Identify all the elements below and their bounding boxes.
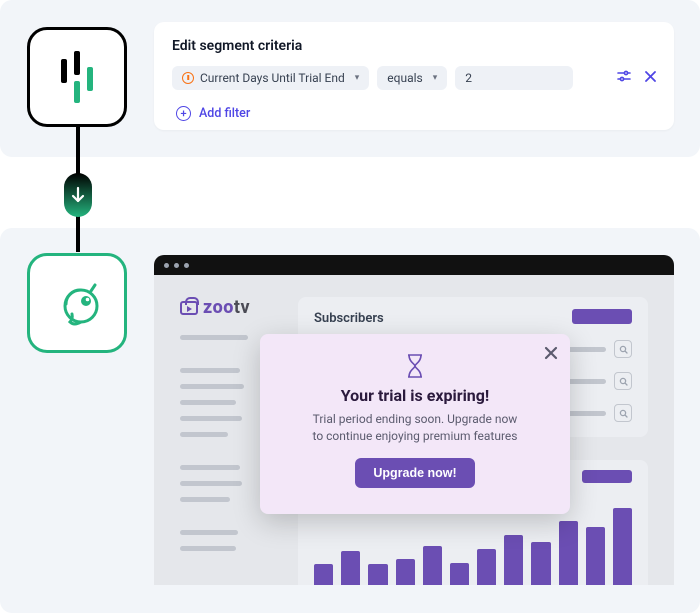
skeleton-line <box>180 530 238 535</box>
modal-title: Your trial is expiring! <box>341 386 489 405</box>
bar <box>341 551 360 585</box>
bar <box>450 563 469 585</box>
chevron-down-icon: ▾ <box>433 73 438 83</box>
upgrade-button[interactable]: Upgrade now! <box>355 458 474 488</box>
bar <box>586 527 605 585</box>
skeleton-line <box>180 368 240 373</box>
app-sidebar <box>180 335 248 551</box>
operator-selector[interactable]: equals ▾ <box>377 66 447 90</box>
skeleton-line <box>180 416 242 421</box>
search-icon[interactable] <box>614 340 632 358</box>
skeleton-line <box>180 465 240 470</box>
bar <box>396 559 415 585</box>
bar <box>559 521 578 586</box>
bar <box>314 564 333 586</box>
bar <box>368 564 387 585</box>
bar <box>531 542 550 585</box>
bar <box>477 549 496 585</box>
trait-icon <box>182 72 194 84</box>
value-input[interactable]: 2 <box>455 66 573 90</box>
bar <box>613 508 632 585</box>
source-app-logo <box>27 27 127 127</box>
remove-criteria-icon[interactable] <box>645 70 656 86</box>
destination-app-logo <box>27 253 127 353</box>
search-icon[interactable] <box>614 372 632 390</box>
settings-sliders-icon[interactable] <box>617 70 631 86</box>
hourglass-icon <box>401 352 429 380</box>
add-filter-label: Add filter <box>199 106 250 121</box>
arrow-down-icon <box>64 173 92 217</box>
tv-icon <box>180 301 198 315</box>
skeleton-line <box>180 497 230 502</box>
trial-expiring-modal: Your trial is expiring! Trial period end… <box>260 334 570 514</box>
skeleton-line <box>180 432 228 437</box>
criteria-title: Edit segment criteria <box>172 38 656 54</box>
skeleton-line <box>180 481 242 486</box>
primary-action-badge[interactable] <box>572 309 632 324</box>
trait-selector[interactable]: Current Days Until Trial End ▾ <box>172 66 369 90</box>
trait-label: Current Days Until Trial End <box>200 71 345 85</box>
window-dot <box>164 263 169 268</box>
add-filter-button[interactable]: + Add filter <box>176 106 250 121</box>
chart-action-badge[interactable] <box>582 470 632 483</box>
skeleton-line <box>180 384 244 389</box>
bar <box>504 535 523 585</box>
segment-criteria-card: Edit segment criteria Current Days Until… <box>154 22 674 130</box>
window-dot <box>174 263 179 268</box>
skeleton-line <box>180 335 248 340</box>
skeleton-line <box>180 546 236 551</box>
plus-circle-icon: + <box>176 106 191 121</box>
bar <box>423 546 442 585</box>
operator-label: equals <box>387 71 422 85</box>
chevron-down-icon: ▾ <box>355 73 360 83</box>
modal-body: Trial period ending soon. Upgrade now to… <box>313 411 518 446</box>
skeleton-line <box>180 400 236 405</box>
search-icon[interactable] <box>614 404 632 422</box>
criteria-row: Current Days Until Trial End ▾ equals ▾ … <box>172 66 656 90</box>
browser-titlebar <box>154 255 674 275</box>
close-icon[interactable] <box>544 344 558 365</box>
window-dot <box>184 263 189 268</box>
